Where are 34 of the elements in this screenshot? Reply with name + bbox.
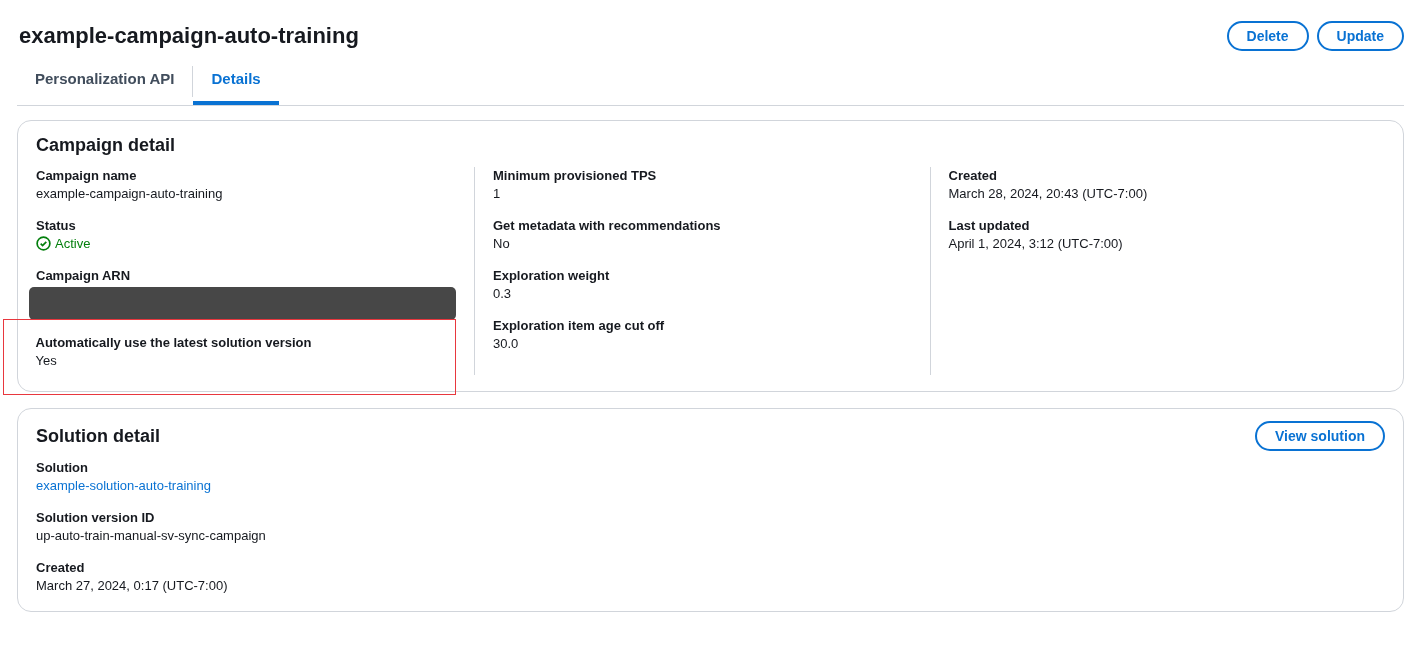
field-value: April 1, 2024, 3:12 (UTC-7:00) — [948, 234, 1124, 253]
field-label: Created — [36, 558, 86, 577]
field-value: 1 — [493, 184, 502, 203]
field-label: Exploration weight — [493, 266, 611, 285]
field-label: Status — [36, 216, 77, 235]
field-label: Campaign name — [36, 166, 138, 185]
field-label: Exploration item age cut off — [493, 316, 666, 335]
field-value: up-auto-train-manual-sv-sync-campaign — [36, 526, 267, 545]
tab[interactable]: Details — [193, 62, 279, 105]
field-label: Solution version ID — [36, 508, 156, 527]
field-value: Yes — [35, 351, 58, 370]
field-label: Solution — [36, 458, 89, 477]
check-circle-icon — [36, 236, 51, 251]
tab[interactable]: Personalization API — [17, 62, 193, 105]
solution-link[interactable]: example-solution-auto-training — [36, 477, 211, 493]
delete-button[interactable]: Delete — [1226, 21, 1309, 51]
section-heading: Campaign detail — [36, 133, 177, 157]
field-value: March 27, 2024, 0:17 (UTC-7:00) — [36, 576, 229, 595]
field-label: Created — [948, 166, 998, 185]
field-label: Get metadata with recommendations — [493, 216, 722, 235]
field-label: Campaign ARN — [36, 266, 132, 285]
field-value: example-campaign-auto-training — [36, 184, 224, 203]
field-value: No — [493, 234, 511, 253]
section-heading: Solution detail — [36, 424, 160, 448]
field-label: Minimum provisioned TPS — [493, 166, 658, 185]
field-value: March 28, 2024, 20:43 (UTC-7:00) — [948, 184, 1149, 203]
field-value: 30.0 — [493, 334, 520, 353]
field-label: Automatically use the latest solution version — [35, 333, 313, 352]
field-label: Last updated — [948, 216, 1031, 235]
page-title: example-campaign-auto-training — [19, 22, 359, 50]
update-button[interactable]: Update — [1316, 21, 1404, 51]
view-solution-button[interactable]: View solution — [1255, 420, 1385, 451]
field-value: 0.3 — [493, 284, 513, 303]
status-text: Active — [55, 234, 91, 253]
